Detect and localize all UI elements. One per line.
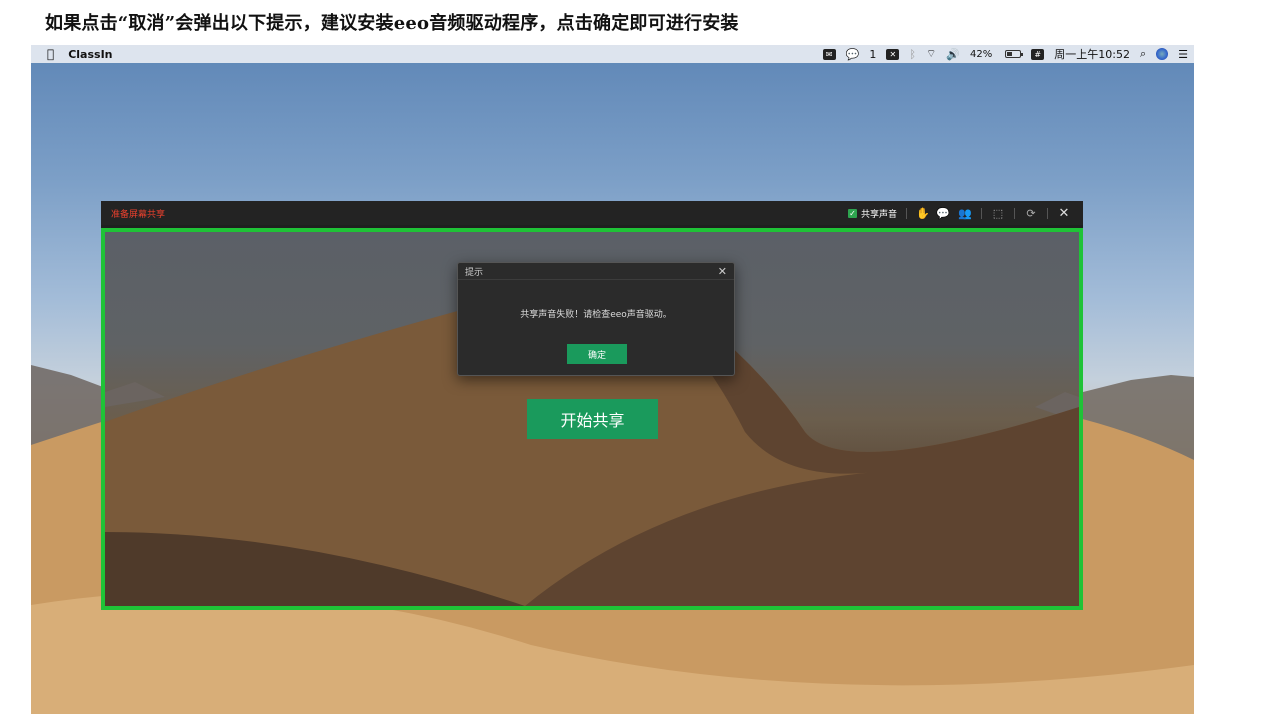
- mac-menubar:  ClassIn ✉ 💬 1 ✕ ᛒ ⌔ 🔊 42% # 周一上午10:52 …: [31, 45, 1194, 63]
- mac-desktop:  ClassIn ✉ 💬 1 ✕ ᛒ ⌔ 🔊 42% # 周一上午10:52 …: [31, 45, 1194, 714]
- wifi-icon[interactable]: ⌔: [926, 47, 936, 61]
- siri-icon[interactable]: [1156, 48, 1169, 60]
- dialog-header: 提示 ✕: [458, 263, 734, 280]
- battery-percent: 42%: [970, 48, 993, 60]
- toolbar-divider: [981, 207, 982, 219]
- notification-center-icon[interactable]: ☰: [1178, 48, 1188, 61]
- screen-share-window: 准备屏幕共享 ✓ 共享声音 ✋ 💬 👥 ⬚ ⟳ ✕ 开始共享 提示 ✕ 共享声音…: [101, 201, 1083, 610]
- share-audio-checkbox[interactable]: ✓: [847, 208, 857, 218]
- menubar-status-area: ✉ 💬 1 ✕ ᛒ ⌔ 🔊 42% # 周一上午10:52 ⌕ ☰: [822, 47, 1194, 61]
- members-icon[interactable]: 👥: [958, 207, 972, 220]
- dialog-ok-button[interactable]: 确定: [567, 344, 627, 364]
- mail-status-icon[interactable]: ✉: [822, 48, 836, 60]
- apple-menu-icon[interactable]: : [47, 47, 54, 61]
- instruction-caption: 如果点击“取消”会弹出以下提示，建议安装eeo音频驱动程序，点击确定即可进行安装: [45, 13, 739, 34]
- toolbar-divider: [1047, 207, 1048, 219]
- input-method-icon[interactable]: #: [1031, 48, 1045, 60]
- close-icon[interactable]: ✕: [1057, 206, 1071, 221]
- share-window-title: 准备屏幕共享: [111, 209, 166, 220]
- chat-icon[interactable]: 💬: [936, 207, 950, 220]
- spotlight-search-icon[interactable]: ⌕: [1140, 47, 1146, 61]
- x-app-icon[interactable]: ✕: [886, 48, 900, 60]
- volume-icon[interactable]: 🔊: [946, 48, 960, 61]
- bluetooth-icon[interactable]: ᛒ: [909, 48, 916, 61]
- toolbar-divider: [906, 207, 907, 219]
- wechat-badge: 1: [869, 47, 877, 61]
- dialog-title: 提示: [465, 267, 484, 278]
- share-window-titlebar[interactable]: 准备屏幕共享 ✓ 共享声音 ✋ 💬 👥 ⬚ ⟳ ✕: [101, 201, 1083, 225]
- refresh-icon[interactable]: ⟳: [1024, 207, 1038, 220]
- share-audio-label[interactable]: 共享声音: [861, 207, 897, 220]
- start-share-button[interactable]: 开始共享: [527, 399, 658, 439]
- raise-hand-icon[interactable]: ✋: [916, 207, 930, 220]
- menubar-clock[interactable]: 周一上午10:52: [1054, 48, 1130, 61]
- share-preview-area: 开始共享 提示 ✕ 共享声音失败！请检查eeo声音驱动。 确定: [101, 228, 1083, 610]
- toolbar-divider: [1014, 207, 1015, 219]
- wechat-icon[interactable]: 💬: [846, 48, 860, 61]
- share-toolbar: ✓ 共享声音 ✋ 💬 👥 ⬚ ⟳ ✕: [847, 201, 1083, 225]
- dialog-close-icon[interactable]: ✕: [718, 265, 727, 278]
- app-name-menu[interactable]: ClassIn: [68, 48, 112, 61]
- select-region-icon[interactable]: ⬚: [991, 207, 1005, 220]
- dialog-message: 共享声音失败！请检查eeo声音驱动。: [520, 310, 672, 320]
- alert-dialog: 提示 ✕ 共享声音失败！请检查eeo声音驱动。 确定: [457, 262, 735, 376]
- battery-icon[interactable]: [1005, 50, 1024, 58]
